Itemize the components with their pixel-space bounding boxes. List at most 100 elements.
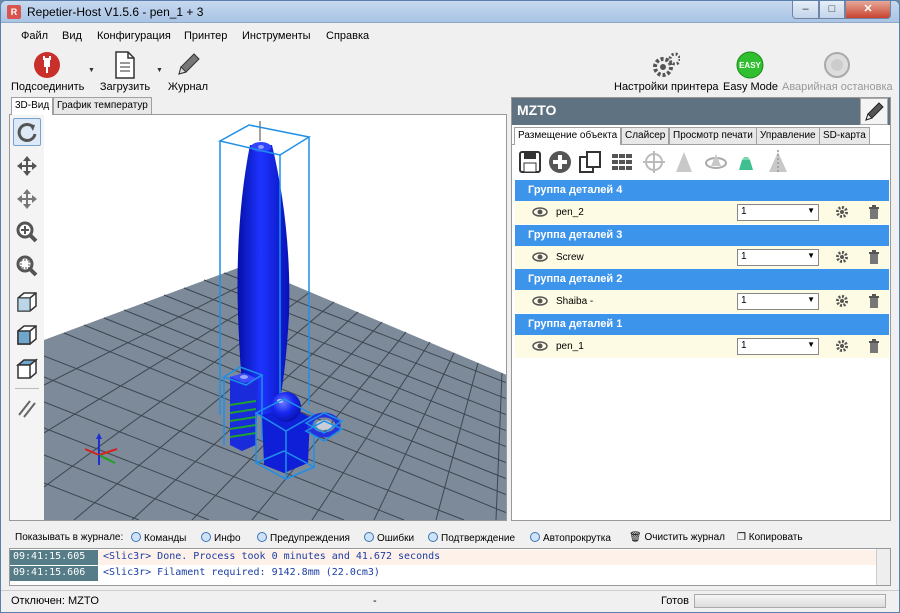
view-tools xyxy=(10,115,44,520)
menu-view[interactable]: Вид xyxy=(62,30,82,42)
log-button[interactable]: Журнал xyxy=(167,51,209,93)
trash-icon[interactable] xyxy=(868,205,880,219)
top-view-button[interactable] xyxy=(13,355,41,383)
filter-info[interactable]: Инфо xyxy=(201,532,241,544)
gear-icon[interactable] xyxy=(835,339,849,353)
close-button[interactable]: ✕ xyxy=(845,1,891,19)
filter-errors-label: Ошибки xyxy=(377,533,415,544)
tab-3d-view[interactable]: 3D-Вид xyxy=(11,97,54,115)
app-icon: R xyxy=(7,5,21,19)
emergency-stop-button[interactable]: Аварийная остановка xyxy=(782,51,893,93)
log-time: 09:41:15.605 xyxy=(10,550,98,565)
log-scrollbar[interactable] xyxy=(876,549,890,585)
isometric-view-button[interactable] xyxy=(13,288,41,316)
copy-object-button[interactable] xyxy=(576,148,604,176)
connect-button[interactable]: Подсоединить xyxy=(11,51,84,93)
zoom-button[interactable] xyxy=(13,218,41,246)
move-view-button[interactable] xyxy=(13,152,41,180)
log-message: <Slic3r> Filament required: 9142.8mm (22… xyxy=(103,567,380,578)
tab-object-placement[interactable]: Размещение объекта xyxy=(514,127,622,145)
group-header[interactable]: Группа деталей 1 xyxy=(515,314,889,335)
menu-config[interactable]: Конфигурация xyxy=(97,30,171,42)
copies-select[interactable]: 1 ▼ xyxy=(737,338,819,355)
edit-printer-button[interactable] xyxy=(860,98,888,125)
object-row[interactable]: pen_2 1 ▼ xyxy=(515,201,889,224)
copies-select[interactable]: 1 ▼ xyxy=(737,204,819,221)
trash-icon[interactable] xyxy=(868,250,880,264)
mirror-object-button[interactable] xyxy=(764,148,792,176)
tab-print-preview[interactable]: Просмотр печати xyxy=(669,127,757,144)
eye-icon[interactable] xyxy=(532,206,548,218)
trash-icon[interactable] xyxy=(868,294,880,308)
cube-iso-icon xyxy=(17,292,37,312)
menu-help[interactable]: Справка xyxy=(326,30,369,42)
chevron-down-icon: ▼ xyxy=(807,340,815,349)
gear-icon[interactable] xyxy=(835,294,849,308)
3d-canvas[interactable] xyxy=(43,115,506,520)
zoom-fit-button[interactable] xyxy=(13,252,41,280)
chevron-down-icon: ▼ xyxy=(807,251,815,260)
autoplace-button[interactable] xyxy=(608,148,636,176)
eye-icon[interactable] xyxy=(532,340,548,352)
eye-icon[interactable] xyxy=(532,251,548,263)
filter-ack[interactable]: Подтверждение xyxy=(428,532,515,544)
connect-dropdown-icon[interactable]: ▼ xyxy=(88,67,95,74)
scale-object-button[interactable] xyxy=(670,148,698,176)
easy-mode-button[interactable]: EASY Easy Mode xyxy=(723,51,778,93)
radio-icon xyxy=(201,532,211,542)
printer-settings-button[interactable]: Настройки принтера xyxy=(614,51,719,93)
object-row[interactable]: Screw 1 ▼ xyxy=(515,246,889,269)
center-object-button[interactable] xyxy=(640,148,668,176)
menu-file[interactable]: Файл xyxy=(21,30,48,42)
copies-select[interactable]: 1 ▼ xyxy=(737,249,819,266)
mirror-icon xyxy=(769,150,787,174)
copy-log-button[interactable]: ❐ Копировать xyxy=(737,532,803,543)
3d-view xyxy=(9,114,507,521)
tab-sd-card[interactable]: SD-карта xyxy=(819,127,870,144)
copies-value: 1 xyxy=(741,295,747,306)
group-header[interactable]: Группа деталей 2 xyxy=(515,269,889,290)
log-view[interactable]: 09:41:15.605 <Slic3r> Done. Process took… xyxy=(9,548,891,586)
document-icon xyxy=(111,51,139,79)
rotate-view-button[interactable] xyxy=(13,118,41,146)
tab-manual-control[interactable]: Управление xyxy=(756,127,820,144)
minimize-button[interactable]: – xyxy=(792,1,819,19)
radio-icon xyxy=(530,532,540,542)
tab-temperature-graph[interactable]: График температур xyxy=(53,97,152,114)
eye-icon[interactable] xyxy=(532,295,548,307)
add-object-button[interactable] xyxy=(546,148,574,176)
front-view-button[interactable] xyxy=(13,321,41,349)
move-object-button[interactable] xyxy=(13,185,41,213)
filter-autoscroll[interactable]: Автопрокрутка xyxy=(530,532,611,544)
rotate-object-button[interactable] xyxy=(702,148,730,176)
cut-object-button[interactable] xyxy=(732,148,760,176)
ready-status: Готов xyxy=(661,595,689,607)
right-panel: MZTO Размещение объекта Слайсер Просмотр… xyxy=(511,97,891,521)
load-dropdown-icon[interactable]: ▼ xyxy=(156,67,163,74)
group-header[interactable]: Группа деталей 3 xyxy=(515,225,889,246)
menu-tools[interactable]: Инструменты xyxy=(242,30,311,42)
move-object-icon xyxy=(17,189,37,209)
object-row[interactable]: Shaiba - 1 ▼ xyxy=(515,290,889,313)
gear-icon[interactable] xyxy=(835,205,849,219)
tab-slicer[interactable]: Слайсер xyxy=(621,127,670,144)
printer-name: MZTO xyxy=(512,98,890,125)
menu-bar: Файл Вид Конфигурация Принтер Инструмент… xyxy=(1,27,899,47)
emergency-stop-icon xyxy=(823,51,851,79)
filter-warnings[interactable]: Предупреждения xyxy=(257,532,350,544)
maximize-button[interactable]: □ xyxy=(819,1,845,19)
parallel-view-button[interactable] xyxy=(13,395,41,423)
copies-select[interactable]: 1 ▼ xyxy=(737,293,819,310)
gear-icon[interactable] xyxy=(835,250,849,264)
save-object-button[interactable] xyxy=(516,148,544,176)
title-bar: R Repetier-Host V1.5.6 - pen_1 + 3 – □ ✕ xyxy=(1,1,899,23)
load-button[interactable]: Загрузить xyxy=(99,51,151,93)
trash-icon[interactable] xyxy=(868,339,880,353)
filter-errors[interactable]: Ошибки xyxy=(364,532,414,544)
menu-printer[interactable]: Принтер xyxy=(184,30,227,42)
group-header[interactable]: Группа деталей 4 xyxy=(515,180,889,201)
filter-commands[interactable]: Команды xyxy=(131,532,186,544)
clear-log-label: Очистить журнал xyxy=(644,532,725,543)
object-row[interactable]: pen_1 1 ▼ xyxy=(515,335,889,358)
clear-log-button[interactable]: 🗑 Очистить журнал xyxy=(629,532,725,543)
